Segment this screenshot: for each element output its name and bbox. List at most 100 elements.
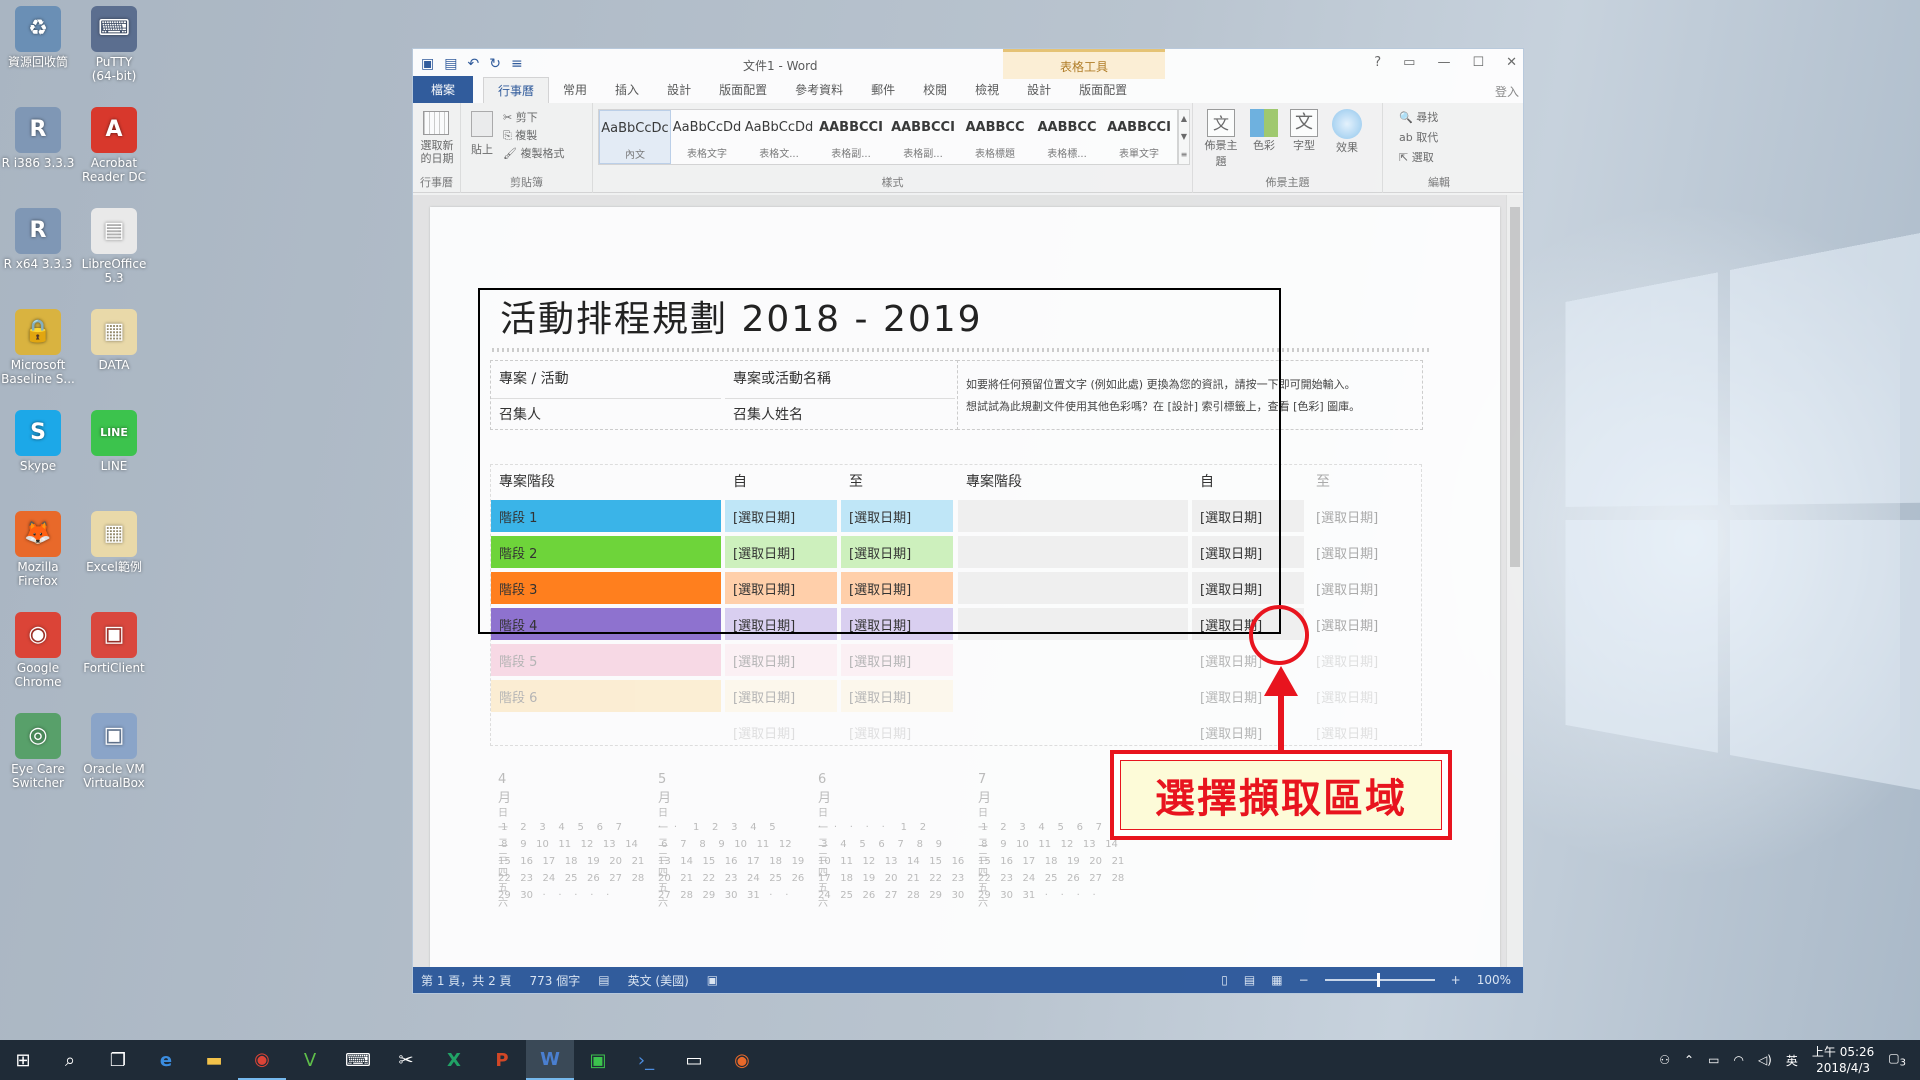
stage-to-date-2[interactable]: [選取日期]	[1308, 680, 1420, 712]
vim-icon[interactable]: V	[286, 1040, 334, 1080]
style-item[interactable]: AABBCCI 表格副...	[887, 110, 959, 164]
calendar-week-row[interactable]: 20 21 22 23 24 25 26	[658, 873, 814, 884]
effects-button[interactable]: 效果	[1327, 109, 1367, 155]
cut-button[interactable]: ✂ 剪下	[503, 109, 538, 125]
desktop-icon[interactable]: ▦ Excel範例	[68, 511, 160, 574]
tab-design[interactable]: 設計	[653, 81, 705, 103]
notification-icon[interactable]: ▢3	[1888, 1051, 1906, 1068]
redo-icon[interactable]: ↻	[489, 56, 501, 72]
putty-taskbar-icon[interactable]: ⌨	[334, 1040, 382, 1080]
calendar-week-row[interactable]: 1 2 3 4 5 6 7	[498, 822, 632, 833]
desktop-icon[interactable]: ▣ FortiClient	[68, 612, 160, 675]
calendar-week-row[interactable]: 15 16 17 18 19 20 21	[498, 856, 654, 867]
battery-icon[interactable]: ▭	[1708, 1053, 1719, 1067]
tab-table-layout[interactable]: 版面配置	[1065, 81, 1141, 103]
read-mode-icon[interactable]: ▯	[1221, 973, 1228, 987]
stage-to-date-2[interactable]: [選取日期]	[1308, 608, 1420, 640]
close-button[interactable]: ✕	[1506, 55, 1517, 70]
calendar-week-row[interactable]: 24 25 26 27 28 29 30	[818, 890, 974, 901]
style-item[interactable]: AaBbCcDd 表格文字	[671, 110, 743, 164]
colors-button[interactable]: 色彩	[1247, 109, 1281, 153]
desktop-icon[interactable]: A Acrobat Reader DC	[68, 107, 160, 184]
copy-button[interactable]: ⎘ 複製	[503, 127, 537, 143]
proofing-icon[interactable]: ▤	[598, 973, 609, 987]
styles-scroll-icon[interactable]: ▲ ▼ ≡	[1178, 109, 1190, 165]
stage-to-date[interactable]: [選取日期]	[841, 644, 953, 676]
stage-from-date[interactable]: [選取日期]	[725, 716, 837, 748]
calendar-week-row[interactable]: 27 28 29 30 31 · ·	[658, 890, 801, 901]
stage-label[interactable]: 階段 6	[491, 680, 721, 712]
word-count[interactable]: 773 個字	[530, 972, 581, 989]
tab-review[interactable]: 校閱	[909, 81, 961, 103]
desktop-icon[interactable]: LINE LINE	[68, 410, 160, 473]
maximize-button[interactable]: ☐	[1472, 55, 1484, 70]
desktop-icon[interactable]: ▦ DATA	[68, 309, 160, 372]
scrollbar-thumb[interactable]	[1510, 207, 1520, 567]
language[interactable]: 英文 (美國)	[628, 972, 689, 989]
volume-icon[interactable]: ◁)	[1758, 1053, 1772, 1067]
calendar-week-row[interactable]: 6 7 8 9 10 11 12	[658, 839, 801, 850]
find-button[interactable]: 🔍 尋找	[1399, 109, 1438, 125]
select-button[interactable]: ⇱ 選取	[1399, 149, 1434, 165]
desktop-icon[interactable]: ▤ LibreOffice 5.3	[68, 208, 160, 285]
firefox-taskbar-icon[interactable]: ◉	[718, 1040, 766, 1080]
style-item[interactable]: AABBCCI 表單文字	[1103, 110, 1175, 164]
stage-to-date-2[interactable]: [選取日期]	[1308, 500, 1420, 532]
style-item[interactable]: AaBbCcDc 內文	[599, 110, 671, 164]
zoom-slider-handle[interactable]	[1376, 973, 1380, 987]
desktop-icon[interactable]: ⌨ PuTTY (64-bit)	[68, 6, 160, 83]
excel-icon[interactable]: X	[430, 1040, 478, 1080]
stage-to-date-2[interactable]: [選取日期]	[1308, 572, 1420, 604]
page-count[interactable]: 第 1 頁，共 2 頁	[421, 972, 512, 989]
minimize-button[interactable]: —	[1437, 55, 1450, 70]
calendar-week-row[interactable]: 3 4 5 6 7 8 9	[818, 839, 952, 850]
calendar-month-title[interactable]: 5 月	[658, 772, 671, 806]
stage-from-date[interactable]: [選取日期]	[725, 644, 837, 676]
network-icon[interactable]: ◠	[1733, 1053, 1743, 1067]
calendar-week-row[interactable]: 29 30 · · · · ·	[498, 890, 622, 901]
fonts-button[interactable]: 文 字型	[1287, 109, 1321, 153]
tab-file[interactable]: 檔案	[413, 76, 474, 103]
stage-label[interactable]	[491, 716, 721, 748]
calendar-month-title[interactable]: 4 月	[498, 772, 511, 806]
stage-to-date[interactable]: [選取日期]	[841, 716, 953, 748]
format-painter-button[interactable]: 🖌 複製格式	[503, 145, 564, 161]
calendar-week-row[interactable]: 29 30 31 · · · ·	[978, 890, 1108, 901]
window-app-icon[interactable]: ▭	[670, 1040, 718, 1080]
desktop-icon[interactable]: ▣ Oracle VM VirtualBox	[68, 713, 160, 790]
macro-icon[interactable]: ▣	[707, 973, 718, 987]
stage-label-2[interactable]	[958, 716, 1188, 748]
tab-mailings[interactable]: 郵件	[857, 81, 909, 103]
edge-icon[interactable]: e	[142, 1040, 190, 1080]
calendar-week-row[interactable]: 8 9 10 11 12 13 14	[498, 839, 647, 850]
people-icon[interactable]: ⚇	[1659, 1053, 1670, 1067]
sign-in-link[interactable]: 登入	[1495, 83, 1519, 100]
stage-to-date-2[interactable]: [選取日期]	[1308, 536, 1420, 568]
style-item[interactable]: AABBCC 表格標題	[959, 110, 1031, 164]
tab-calendar[interactable]: 行事曆	[483, 77, 550, 103]
calendar-week-row[interactable]: 10 11 12 13 14 15 16	[818, 856, 974, 867]
stage-from-date-2[interactable]: [選取日期]	[1192, 716, 1304, 748]
tab-insert[interactable]: 插入	[601, 81, 653, 103]
search-icon[interactable]: ⌕	[46, 1040, 94, 1080]
help-icon[interactable]: ?	[1374, 55, 1381, 70]
calendar-week-row[interactable]: 13 14 15 16 17 18 19	[658, 856, 814, 867]
stage-to-date[interactable]: [選取日期]	[841, 680, 953, 712]
save-icon[interactable]: ▤	[444, 56, 457, 72]
zoom-level[interactable]: 100%	[1477, 973, 1511, 987]
style-item[interactable]: AABBCC 表格標...	[1031, 110, 1103, 164]
customize-qat-icon[interactable]: ≡	[511, 56, 523, 72]
capture-selection-frame[interactable]	[478, 288, 1281, 634]
snipping-icon[interactable]: ✂	[382, 1040, 430, 1080]
file-explorer-icon[interactable]: ▬	[190, 1040, 238, 1080]
tab-layout[interactable]: 版面配置	[705, 81, 781, 103]
calendar-week-row[interactable]: 22 23 24 25 26 27 28	[498, 873, 654, 884]
word-taskbar-icon[interactable]: W	[526, 1040, 574, 1080]
tab-home[interactable]: 常用	[549, 81, 601, 103]
theme-button[interactable]: 文 佈景主題	[1201, 109, 1241, 169]
style-item[interactable]: AABBCCI 表格副...	[815, 110, 887, 164]
paste-button[interactable]: 貼上	[471, 141, 493, 157]
zoom-in-button[interactable]: +	[1451, 973, 1461, 987]
stage-to-date-2[interactable]: [選取日期]	[1308, 644, 1420, 676]
chrome-taskbar-icon[interactable]: ◉	[238, 1040, 286, 1080]
